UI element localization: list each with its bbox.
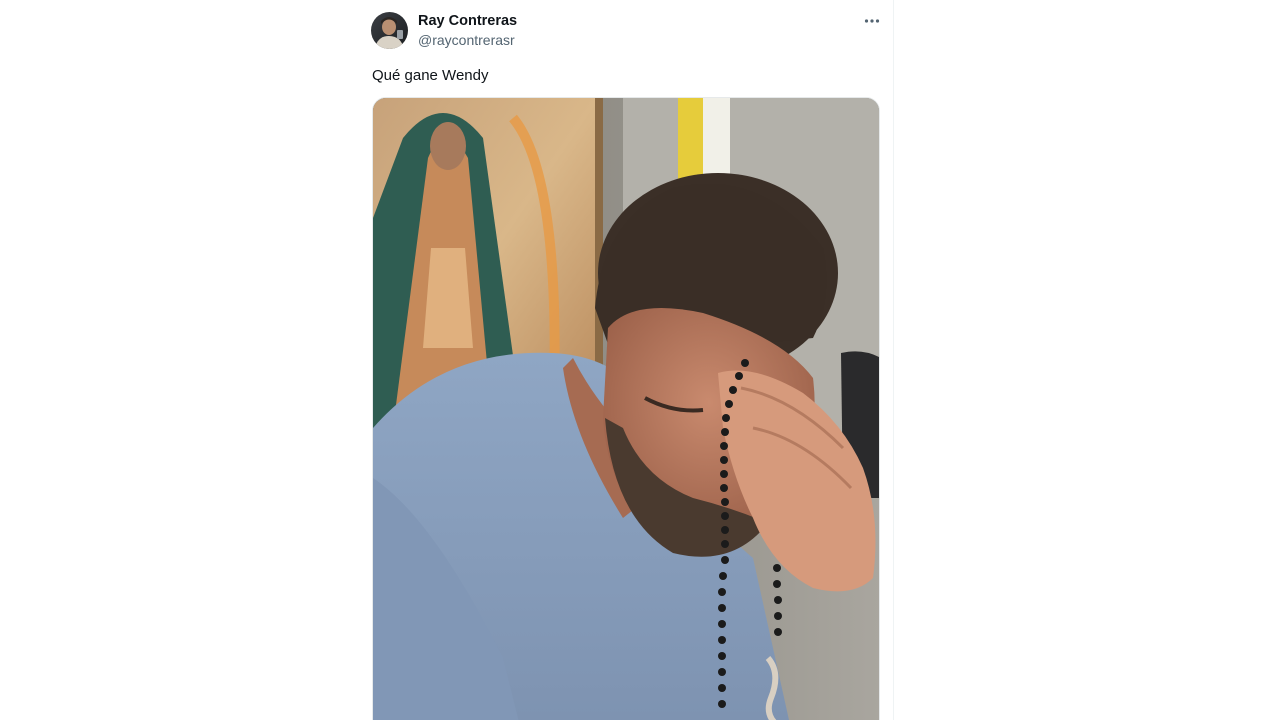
photo-man-praying-with-rosary <box>373 98 879 720</box>
more-horizontal-icon <box>864 19 880 23</box>
more-options-button[interactable] <box>858 10 886 32</box>
author-display-name[interactable]: Ray Contreras <box>418 13 517 30</box>
author-handle[interactable]: @raycontrerasr <box>418 32 517 49</box>
author-avatar[interactable] <box>371 12 408 49</box>
avatar-image <box>371 12 408 49</box>
tweet-card[interactable]: Ray Contreras @raycontrerasr Qué gane We… <box>356 0 894 720</box>
author-info: Ray Contreras @raycontrerasr <box>418 13 517 49</box>
tweet-photo[interactable] <box>372 97 880 720</box>
tweet-text: Qué gane Wendy <box>372 67 489 84</box>
